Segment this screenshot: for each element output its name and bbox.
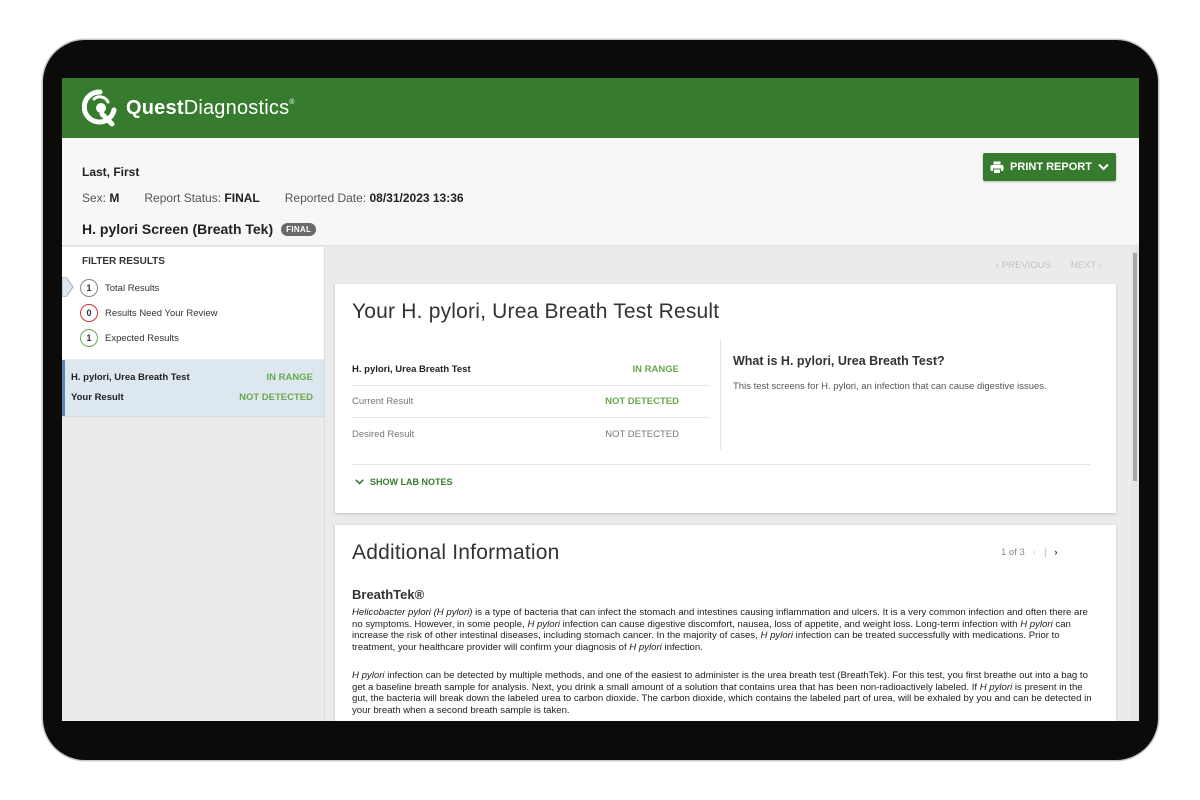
lab-notes-divider <box>352 464 1090 465</box>
filter-count-badge: 1 <box>80 329 98 347</box>
pager-separator: | <box>1043 547 1047 558</box>
brand-name-bold: Quest <box>126 96 184 119</box>
paragraph-text: infection can be detected by multiple me… <box>352 670 1088 693</box>
reported-date-label: Reported Date: <box>284 191 367 205</box>
additional-info-card: Additional Information 1 of 3 ‹ | › Brea… <box>335 525 1116 721</box>
additional-info-paragraph: Helicobacter pylori (H pylori) is a type… <box>352 607 1097 653</box>
app-screen: QuestDiagnostics® Last, First Sex: M Rep… <box>62 78 1139 721</box>
chevron-down-icon <box>1098 163 1109 171</box>
additional-info-pager: 1 of 3 ‹ | › <box>1001 547 1058 558</box>
result-pagination: ‹ PREVIOUS NEXT › <box>996 260 1102 271</box>
result-row: H. pylori, Urea Breath Test IN RANGE <box>352 354 709 386</box>
sex-value: M <box>109 191 120 205</box>
chevron-right-icon[interactable]: › <box>1054 547 1057 558</box>
brand-name-light: Diagnostics <box>183 96 290 119</box>
italic-term: H pylori <box>1020 618 1053 630</box>
status-badge: FINAL <box>281 222 317 236</box>
additional-info-title: Additional Information <box>352 541 560 564</box>
result-item-range: IN RANGE <box>266 372 313 383</box>
next-label: NEXT <box>1070 260 1097 271</box>
result-row-value: NOT DETECTED <box>605 396 679 407</box>
result-row-label: Desired Result <box>352 428 415 440</box>
result-row-value: NOT DETECTED <box>605 428 679 440</box>
filter-count-badge: 0 <box>80 304 98 322</box>
quest-logo-icon <box>82 89 117 127</box>
italic-term: Helicobacter pylori (H pylori) <box>352 607 473 618</box>
report-title-text: H. pylori Screen (Breath Tek) <box>82 221 274 237</box>
brand-header: QuestDiagnostics® <box>62 78 1139 138</box>
filter-label: Expected Results <box>105 332 179 344</box>
show-lab-notes-toggle[interactable]: SHOW LAB NOTES <box>355 477 453 487</box>
scrollbar-thumb[interactable] <box>1133 253 1137 481</box>
chevron-left-icon[interactable]: ‹ <box>1033 547 1036 558</box>
filter-label: Results Need Your Review <box>105 307 218 319</box>
quest-logo[interactable]: QuestDiagnostics® <box>82 88 295 128</box>
page-indicator: 1 of 3 <box>1001 547 1025 558</box>
report-status-label: Report Status: <box>144 191 222 205</box>
patient-meta: Sex: M Report Status: FINAL Reported Dat… <box>82 191 464 205</box>
what-is-test-description: This test screens for H. pylori, an infe… <box>733 381 1047 392</box>
italic-term: H pylori <box>629 641 662 653</box>
result-row: Current Result NOT DETECTED <box>352 386 709 418</box>
next-button[interactable]: NEXT › <box>1071 260 1102 271</box>
active-filter-pointer-icon <box>62 277 74 297</box>
previous-button[interactable]: ‹ PREVIOUS <box>996 260 1051 271</box>
result-row-value: IN RANGE <box>632 364 679 375</box>
result-card-title: Your H. pylori, Urea Breath Test Result <box>352 300 720 323</box>
italic-term: H pylori <box>352 670 385 681</box>
what-is-test-title: What is H. pylori, Urea Breath Test? <box>733 354 945 368</box>
sidebar-result-item[interactable]: H. pylori, Urea Breath Test IN RANGE You… <box>62 360 324 416</box>
filter-results-title: FILTER RESULTS <box>82 256 165 267</box>
paragraph-text: infection. <box>661 641 703 653</box>
result-row: Desired Result NOT DETECTED <box>352 418 709 450</box>
filter-results-panel: FILTER RESULTS 1 Total Results 0 Results… <box>62 247 324 359</box>
reported-date-value: 08/31/2023 13:36 <box>369 191 464 205</box>
report-status-value: FINAL <box>224 191 260 205</box>
paragraph-text: infection can cause digestive discomfort… <box>559 618 1021 630</box>
filter-count-badge: 1 <box>80 279 98 297</box>
result-card-divider <box>720 340 721 450</box>
printer-icon <box>990 161 1004 174</box>
brand-name: QuestDiagnostics® <box>126 97 295 120</box>
result-row-label: H. pylori, Urea Breath Test <box>352 364 471 375</box>
result-item-label: Your Result <box>71 392 124 403</box>
additional-info-paragraph: H pylori infection can be detected by mu… <box>352 670 1097 716</box>
chevron-down-icon <box>355 479 364 485</box>
result-item-value: NOT DETECTED <box>239 392 313 403</box>
reported-date-field: Reported Date: 08/31/2023 13:36 <box>285 191 464 205</box>
italic-term: H pylori <box>979 681 1013 693</box>
filter-expected-results[interactable]: 1 Expected Results <box>80 329 179 347</box>
result-table: H. pylori, Urea Breath Test IN RANGE Cur… <box>352 354 709 450</box>
patient-name: Last, First <box>82 165 140 179</box>
patient-header: Last, First Sex: M Report Status: FINAL … <box>62 138 1139 246</box>
print-report-label: PRINT REPORT <box>1010 161 1092 173</box>
filter-total-results[interactable]: 1 Total Results <box>80 279 159 297</box>
result-item-test-name: H. pylori, Urea Breath Test <box>71 372 190 383</box>
filter-label: Total Results <box>105 282 160 294</box>
italic-term: H pylori <box>760 630 794 641</box>
print-report-button[interactable]: PRINT REPORT <box>983 153 1116 181</box>
sex-label: Sex: <box>82 191 107 205</box>
filter-needs-review[interactable]: 0 Results Need Your Review <box>80 304 217 322</box>
trademark: ® <box>289 98 295 106</box>
result-item-test-row: H. pylori, Urea Breath Test IN RANGE <box>71 372 313 383</box>
sidebar-empty-area <box>62 416 324 721</box>
sex-field: Sex: M <box>82 191 119 205</box>
italic-term: H pylori <box>527 618 560 630</box>
result-card: Your H. pylori, Urea Breath Test Result … <box>335 284 1116 513</box>
report-title: H. pylori Screen (Breath Tek) FINAL <box>82 221 317 237</box>
previous-label: PREVIOUS <box>1001 260 1051 271</box>
result-item-value-row: Your Result NOT DETECTED <box>71 392 313 403</box>
show-lab-notes-label: SHOW LAB NOTES <box>370 477 453 487</box>
sidebar-divider <box>324 247 325 721</box>
additional-info-subtitle: BreathTek® <box>352 587 425 602</box>
result-row-label: Current Result <box>352 396 414 407</box>
report-status-field: Report Status: FINAL <box>144 191 259 205</box>
